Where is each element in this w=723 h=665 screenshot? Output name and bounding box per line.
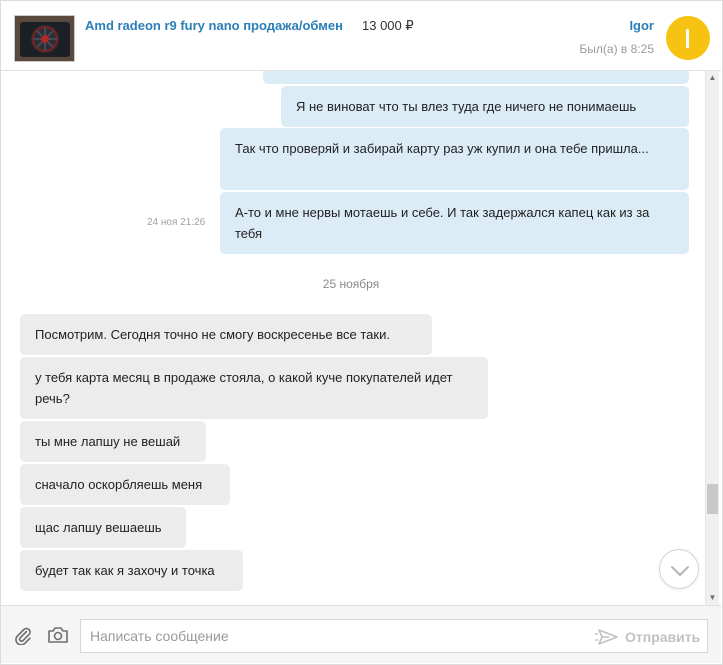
composer-bar: Отправить	[1, 605, 721, 663]
message-bubble-incoming: щас лапшу вешаешь	[20, 507, 186, 548]
message-bubble-incoming: ты мне лапшу не вешай	[20, 421, 206, 462]
message-bubble-outgoing-partial	[263, 71, 689, 84]
listing-thumbnail[interactable]	[14, 15, 75, 62]
message-bubble-outgoing: Я не виноват что ты влез туда где ничего…	[281, 86, 689, 127]
message-bubble-outgoing: Так что проверяй и забирай карту раз уж …	[220, 128, 689, 190]
camera-icon[interactable]	[47, 625, 69, 645]
listing-price: 13 000 ₽	[362, 18, 414, 33]
message-list: Я не виноват что ты влез туда где ничего…	[1, 71, 719, 605]
avatar[interactable]	[666, 16, 710, 60]
message-timestamp: 24 ноя 21:26	[147, 217, 206, 228]
send-icon	[595, 629, 618, 645]
message-bubble-incoming: у тебя карта месяц в продаже стояла, о к…	[20, 357, 488, 419]
scroll-to-bottom-button[interactable]	[659, 549, 699, 589]
avatar-initial-mark	[686, 29, 689, 48]
paperclip-icon[interactable]	[13, 625, 33, 646]
send-button-label: Отправить	[625, 629, 701, 645]
date-separator: 25 ноября	[322, 277, 380, 291]
user-name-link[interactable]: Igor	[629, 18, 654, 33]
scrollbar-thumb[interactable]	[707, 484, 718, 514]
message-bubble-incoming: будет так как я захочу и точка	[20, 550, 243, 591]
send-button[interactable]: Отправить	[595, 627, 700, 647]
scroll-up-arrow-icon[interactable]: ▲	[706, 71, 719, 85]
message-bubble-outgoing: А-то и мне нервы мотаешь и себе. И так з…	[220, 192, 689, 254]
chevron-down-icon	[671, 566, 689, 576]
message-bubble-incoming: Посмотрим. Сегодня точно не смогу воскре…	[20, 314, 432, 355]
scroll-down-arrow-icon[interactable]: ▼	[706, 591, 719, 605]
listing-title-link[interactable]: Amd radeon r9 fury nano продажа/обмен	[85, 18, 343, 33]
last-seen-status: Был(а) в 8:25	[579, 42, 654, 56]
chat-header: Amd radeon r9 fury nano продажа/обмен 13…	[1, 1, 721, 71]
message-bubble-incoming: сначало оскорбляешь меня	[20, 464, 230, 505]
message-list-scrollbar[interactable]: ▲ ▼	[705, 71, 719, 605]
